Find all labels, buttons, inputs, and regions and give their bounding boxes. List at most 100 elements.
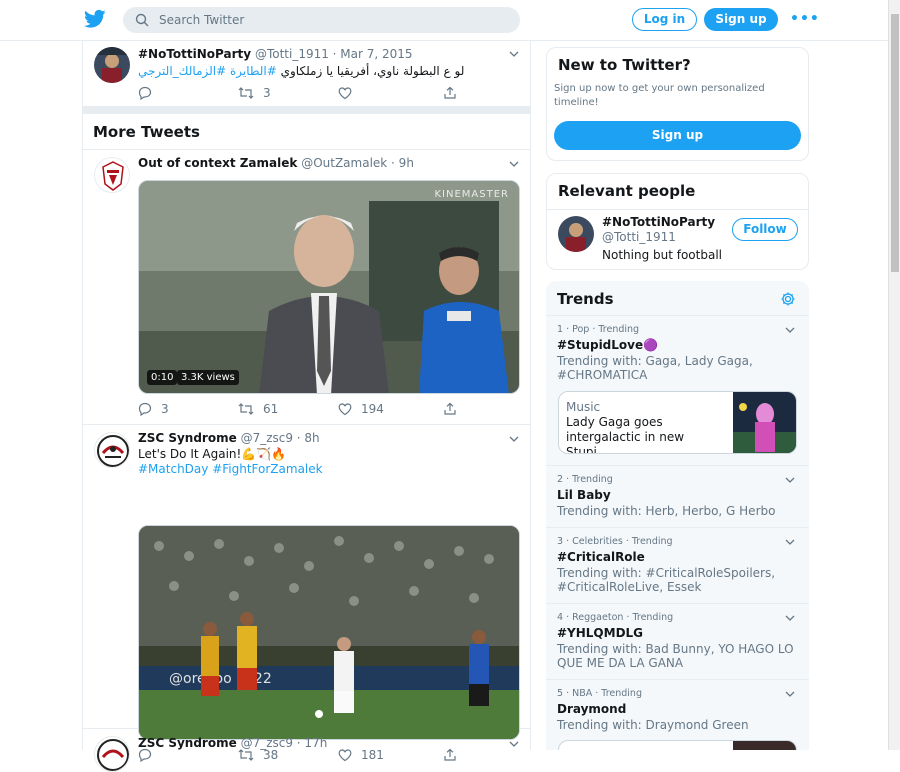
- share-icon[interactable]: [443, 402, 457, 416]
- card-description: Sign up now to get your own personalized…: [554, 83, 765, 108]
- news-category: Music: [566, 400, 601, 414]
- chevron-down-icon[interactable]: [784, 474, 796, 486]
- hashtag-link[interactable]: #الزمالك_الترجي: [138, 64, 226, 78]
- card-title: Relevant people: [558, 182, 696, 200]
- trend-meta: 1 · Pop · Trending: [557, 324, 640, 335]
- trend-meta: 3 · Celebrities · Trending: [557, 536, 673, 547]
- new-to-twitter-card: New to Twitter? Sign up now to get your …: [546, 47, 809, 161]
- separator: [83, 106, 530, 114]
- trend-name[interactable]: #CriticalRole: [557, 550, 645, 564]
- timeline: #NoTottiNoParty @Totti_1911 · Mar 7, 201…: [82, 41, 531, 772]
- reply-count: 3: [161, 402, 169, 416]
- video-views: 3.3K views: [177, 370, 239, 385]
- trend-news-card[interactable]: [558, 740, 797, 750]
- chevron-down-icon[interactable]: [784, 536, 796, 548]
- hashtag-link[interactable]: #FightForZamalek: [212, 462, 322, 476]
- author-name[interactable]: ZSC Syndrome: [138, 431, 237, 445]
- settings-gear-icon[interactable]: [780, 291, 796, 307]
- search-input[interactable]: [159, 10, 499, 30]
- scrollbar-thumb[interactable]: [891, 14, 899, 272]
- sidebar: New to Twitter? Sign up now to get your …: [546, 0, 809, 750]
- trend-item[interactable]: 4 · Reggaeton · Trending #YHLQMDLG Trend…: [546, 603, 809, 679]
- search-bar[interactable]: [123, 7, 520, 33]
- trend-news-card[interactable]: Music Lady Gaga goes intergalactic in ne…: [558, 391, 797, 454]
- football-match-photo: @oredoo 2022: [139, 526, 519, 739]
- hashtag-link[interactable]: #الطايرة: [230, 64, 277, 78]
- retweet-count: 3: [263, 86, 271, 100]
- tweet[interactable]: ZSC Syndrome @7_zsc9 · 17h: [83, 729, 530, 772]
- chevron-down-icon[interactable]: [784, 324, 796, 336]
- trend-name[interactable]: Draymond: [557, 702, 626, 716]
- like-count: 194: [361, 402, 384, 416]
- retweet-icon[interactable]: [238, 402, 254, 416]
- follow-button[interactable]: Follow: [732, 218, 798, 241]
- avatar[interactable]: [94, 432, 130, 468]
- chevron-down-icon[interactable]: [508, 738, 520, 750]
- news-thumbnail: [733, 741, 796, 750]
- more-tweets-heading: More Tweets: [93, 123, 200, 141]
- chevron-down-icon[interactable]: [508, 433, 520, 445]
- author-name[interactable]: #NoTottiNoParty: [138, 47, 251, 61]
- hashtag-link[interactable]: #MatchDay: [138, 462, 208, 476]
- video-player[interactable]: KINEMASTER 0:10 3.3K views: [138, 180, 520, 394]
- person-bio: Nothing but football: [602, 248, 722, 262]
- video-watermark: KINEMASTER: [434, 189, 509, 200]
- reply-icon[interactable]: [138, 86, 152, 100]
- chevron-down-icon[interactable]: [784, 612, 796, 624]
- reply-icon[interactable]: [138, 402, 152, 416]
- twitter-bird-icon[interactable]: [84, 9, 106, 29]
- author-handle[interactable]: @OutZamalek · 9h: [301, 156, 414, 170]
- trend-related: Trending with: Gaga, Lady Gaga, #CHROMAT…: [557, 354, 753, 382]
- trend-item[interactable]: 1 · Pop · Trending #StupidLove🟣 Trending…: [546, 315, 809, 465]
- trend-related: Trending with: Draymond Green: [557, 718, 749, 732]
- news-headline: Lady Gaga goes intergalactic in new Stup…: [566, 415, 685, 454]
- tweet[interactable]: ZSC Syndrome @7_zsc9 · 8h Let's Do It Ag…: [83, 425, 530, 762]
- author-handle[interactable]: @7_zsc9 · 17h: [241, 736, 328, 750]
- tweet[interactable]: #NoTottiNoParty @Totti_1911 · Mar 7, 201…: [83, 41, 530, 106]
- trend-name[interactable]: Lil Baby: [557, 488, 611, 502]
- share-icon[interactable]: [443, 86, 457, 100]
- avatar[interactable]: [94, 157, 130, 193]
- trend-name[interactable]: #StupidLove🟣: [557, 338, 658, 352]
- trend-name[interactable]: #YHLQMDLG: [557, 626, 643, 640]
- video-duration: 0:10: [147, 370, 178, 385]
- avatar[interactable]: [558, 216, 594, 252]
- video-thumbnail: [139, 181, 519, 393]
- like-icon[interactable]: [338, 748, 352, 762]
- tweet-text: Let's Do It Again!💪🏹🔥: [138, 447, 287, 461]
- signup-wide-button[interactable]: Sign up: [554, 121, 801, 150]
- avatar[interactable]: [94, 736, 130, 772]
- author-handle[interactable]: @7_zsc9 · 8h: [241, 431, 320, 445]
- person-name[interactable]: #NoTottiNoParty: [602, 215, 715, 229]
- trends-title: Trends: [557, 290, 614, 308]
- trend-item[interactable]: 5 · NBA · Trending Draymond Trending wit…: [546, 679, 809, 750]
- avatar[interactable]: [94, 47, 130, 83]
- card-title: New to Twitter?: [558, 56, 691, 74]
- tweet[interactable]: Out of context Zamalek @OutZamalek · 9h: [83, 150, 530, 425]
- share-icon[interactable]: [443, 748, 457, 762]
- tweet-hashtags: #MatchDay #FightForZamalek: [138, 462, 323, 477]
- like-icon[interactable]: [338, 402, 352, 416]
- trend-item[interactable]: 3 · Celebrities · Trending #CriticalRole…: [546, 527, 809, 603]
- reply-icon[interactable]: [138, 748, 152, 762]
- retweet-icon[interactable]: [238, 748, 254, 762]
- like-count: 181: [361, 748, 384, 762]
- search-icon: [135, 13, 149, 27]
- news-thumbnail: [733, 392, 796, 453]
- author-name[interactable]: Out of context Zamalek: [138, 156, 297, 170]
- retweet-count: 61: [263, 402, 279, 416]
- trend-meta: 5 · NBA · Trending: [557, 688, 642, 699]
- tweet-photo[interactable]: @oredoo 2022: [138, 525, 520, 740]
- chevron-down-icon[interactable]: [508, 158, 520, 170]
- author-handle[interactable]: @Totti_1911 · Mar 7, 2015: [255, 47, 413, 61]
- trend-item[interactable]: 2 · Trending Lil Baby Trending with: Her…: [546, 465, 809, 527]
- chevron-down-icon[interactable]: [784, 688, 796, 700]
- scrollbar[interactable]: [888, 0, 900, 750]
- tweet-actions: 3: [138, 85, 518, 101]
- trend-meta: 4 · Reggaeton · Trending: [557, 612, 674, 623]
- retweet-icon[interactable]: [238, 86, 254, 100]
- person-handle[interactable]: @Totti_1911: [602, 230, 676, 244]
- author-name[interactable]: ZSC Syndrome: [138, 736, 237, 750]
- like-icon[interactable]: [338, 86, 352, 100]
- chevron-down-icon[interactable]: [508, 48, 520, 60]
